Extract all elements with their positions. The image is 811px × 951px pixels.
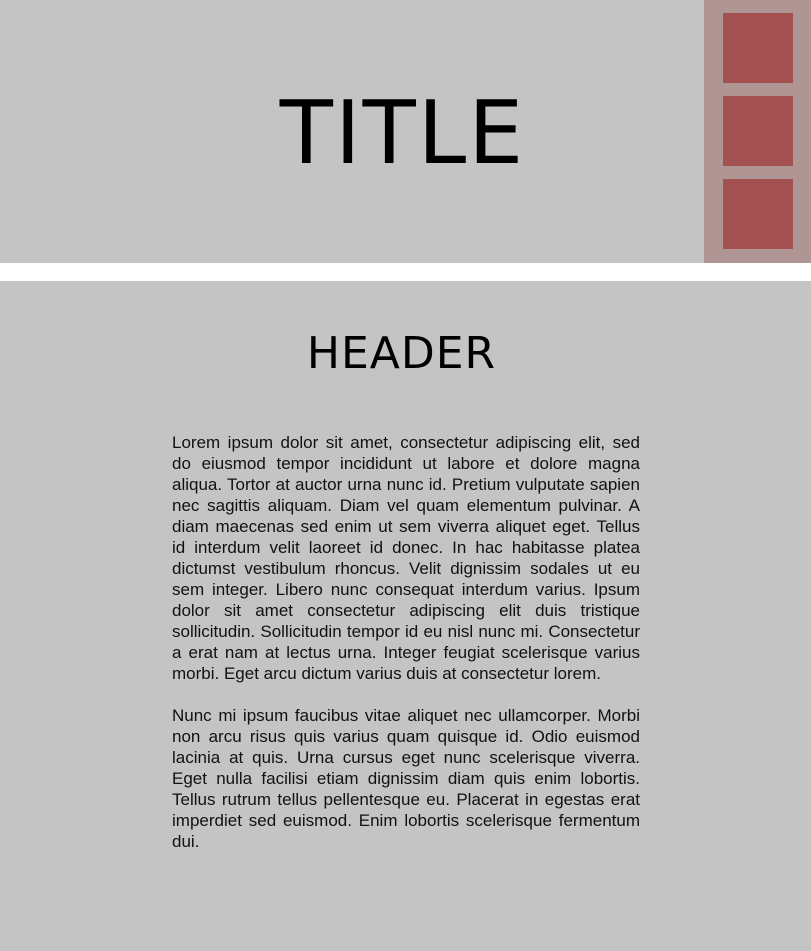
body-text: Lorem ipsum dolor sit amet, consectetur … [172,432,640,873]
content-panel: HEADER Lorem ipsum dolor sit amet, conse… [0,281,811,951]
paragraph: Nunc mi ipsum faucibus vitae aliquet nec… [172,706,640,851]
side-box[interactable] [723,13,793,83]
section-header: HEADER [306,328,497,379]
side-panel [704,0,811,263]
side-box[interactable] [723,179,793,249]
side-box[interactable] [723,96,793,166]
paragraph: Lorem ipsum dolor sit amet, consectetur … [172,433,640,683]
top-banner: TITLE [0,0,811,263]
page-title: TITLE [279,82,526,184]
